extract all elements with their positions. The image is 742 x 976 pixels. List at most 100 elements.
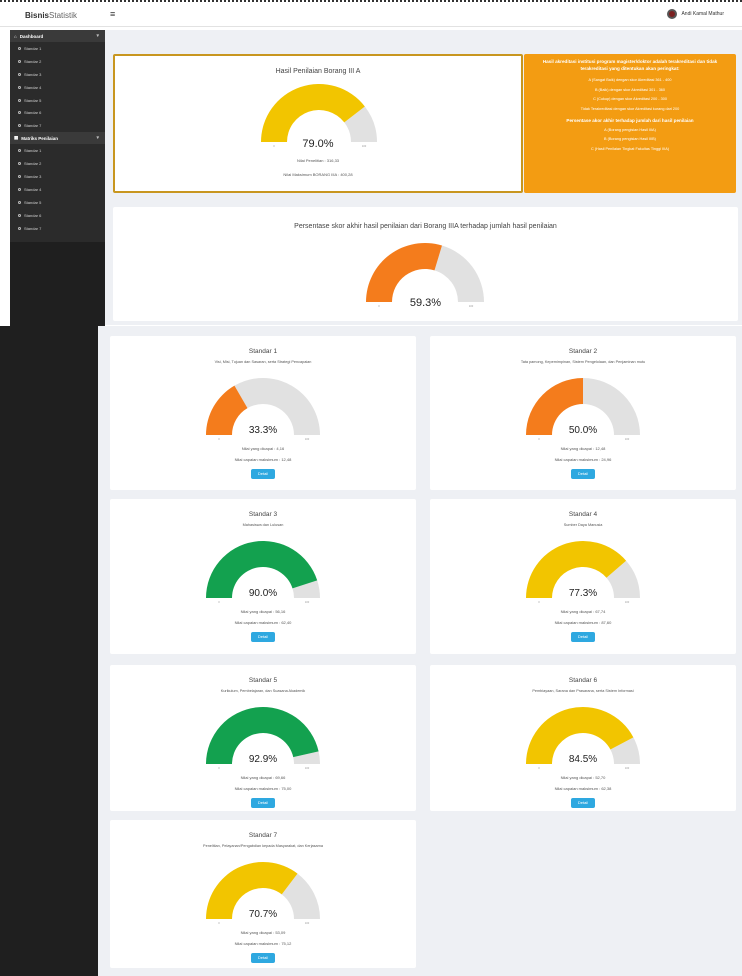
detail-button[interactable]: Detail xyxy=(251,632,275,642)
standard-card-2: Standar 2 Tata pamong, Kepemimpinan, Sist… xyxy=(430,336,736,490)
accreditation-heading: Hasil akreditasi institusi program magis… xyxy=(542,59,718,71)
standard-card-5: Standar 5 Kurikulum, Pembelajaran, dan Su… xyxy=(110,665,416,811)
gauge-tick-label: 0 xyxy=(218,921,220,925)
sidebar-section-dashboard[interactable]: ⌂ Dashboard ▾ xyxy=(10,30,105,42)
gauge-tick-label: 0 xyxy=(218,600,220,604)
menu-toggle-icon[interactable]: ≡ xyxy=(110,9,115,19)
gauge-tick-label: 100 xyxy=(305,921,310,925)
detail-button[interactable]: Detail xyxy=(571,469,595,479)
sidebar-item-matriks-2[interactable]: Standar 2 xyxy=(10,157,105,170)
standard-percent: 33.3% xyxy=(248,425,278,436)
standard-percent: 90.0% xyxy=(248,588,278,599)
avatar xyxy=(667,9,678,19)
standard-percent: 77.3% xyxy=(568,588,598,599)
circle-icon xyxy=(18,200,21,204)
sidebar-item-label: Standar 6 xyxy=(24,212,42,218)
accreditation-note-2: B (Borang pengisian Hasil IIIB) xyxy=(604,137,656,142)
standard-card-4: Standar 4 Sumber Daya Manusia 0 100 77.3% Nil… xyxy=(430,499,736,654)
gauge-tick-label: 100 xyxy=(305,600,310,604)
sidebar-item-label: Standar 1 xyxy=(24,148,42,154)
accreditation-line-c: C (Cukup) dengan skor Akreditasi 200 - 3… xyxy=(593,97,667,102)
detail-button[interactable]: Detail xyxy=(251,798,275,808)
standard-achieved: Nilai yang dicapai : 67,74 xyxy=(560,609,606,614)
standard-achieved: Nilai yang dicapai : 56,16 xyxy=(240,609,286,614)
sidebar-item-standar-3[interactable]: Standar 3 xyxy=(10,68,105,81)
brand-suffix: Statistik xyxy=(49,11,78,20)
sidebar-item-label: Standar 2 xyxy=(24,161,42,167)
sidebar-item-matriks-6[interactable]: Standar 6 xyxy=(10,209,105,222)
sidebar-item-label: Standar 5 xyxy=(24,199,42,205)
brand-logo[interactable]: BisnisStatistik xyxy=(25,11,77,20)
standard-card-6: Standar 6 Pembiayaan, Sarana dan Prasaran… xyxy=(430,665,736,811)
sidebar-item-label: Standar 4 xyxy=(24,186,42,192)
standard-card-7: Standar 7 Penelitian, Pelayanan/Pengabdia… xyxy=(110,820,416,968)
gauge-remaining-arc xyxy=(434,245,484,302)
standard-max: Nilai capaian maksimum : 24,96 xyxy=(554,457,612,462)
gauge-tick-label: 100 xyxy=(625,766,630,770)
standard-achieved: Nilai yang dicapai : 4,16 xyxy=(241,446,285,451)
sidebar-item-label: Standar 7 xyxy=(24,123,42,129)
detail-button[interactable]: Detail xyxy=(571,632,595,642)
standard-subtitle: Kurikulum, Pembelajaran, dan Suasana Aka… xyxy=(220,689,306,693)
sidebar-section-label: Matriks Penilaian xyxy=(21,135,59,141)
accreditation-line-b: B (Baik) dengan skor Akreditasi 301 - 36… xyxy=(594,87,666,92)
accreditation-heading-2: Persentase akor akhir terhadap jumlah da… xyxy=(566,117,694,123)
gauge-value-arc xyxy=(261,84,365,142)
sidebar-item-label: Standar 2 xyxy=(24,58,42,64)
standard-max: Nilai capaian maksimum : 62,38 xyxy=(554,786,612,791)
percentage-percent: 59.3% xyxy=(409,297,442,309)
sidebar-item-matriks-4[interactable]: Standar 4 xyxy=(10,183,105,196)
accreditation-note-1: A (Borang pengisian Hasil IIIA) xyxy=(604,127,656,132)
user-name: Andi Kamal Mathur xyxy=(681,11,724,17)
accreditation-info-panel: Hasil akreditasi institusi program magis… xyxy=(524,54,736,193)
percentage-title: Persentase skor akhir hasil penilaian da… xyxy=(294,223,557,230)
detail-button[interactable]: Detail xyxy=(251,469,275,479)
sidebar-item-matriks-3[interactable]: Standar 3 xyxy=(10,170,105,183)
summary-line-2: Nilai Maksimum BORANG IIIA : 400,28 xyxy=(283,172,353,177)
summary-line-1: Nilai Penelitian : 316,33 xyxy=(296,158,340,163)
sidebar-item-standar-7[interactable]: Standar 7 xyxy=(10,119,105,132)
gauge-tick-label: 0 xyxy=(218,766,220,770)
circle-icon xyxy=(18,98,21,102)
gauge-tick-label: 0 xyxy=(538,600,540,604)
circle-icon xyxy=(18,149,21,153)
circle-icon xyxy=(18,213,21,217)
circle-icon xyxy=(18,187,21,191)
sidebar-item-standar-5[interactable]: Standar 5 xyxy=(10,94,105,107)
standard-card-3: Standar 3 Mahasiswa dan Lulusan 0 100 90.0% N… xyxy=(110,499,416,654)
standard-title: Standar 5 xyxy=(248,677,278,684)
detail-button[interactable]: Detail xyxy=(251,953,275,963)
summary-card: Hasil Penilaian Borang III A 0 100 79.0% … xyxy=(113,54,523,193)
standard-percent: 92.9% xyxy=(248,754,278,765)
detail-button[interactable]: Detail xyxy=(571,798,595,808)
accreditation-note-3: C (Hasil Penilaian Tingkat Fakultas Ting… xyxy=(590,146,670,151)
sidebar-item-label: Standar 4 xyxy=(24,84,42,90)
sidebar-item-standar-2[interactable]: Standar 2 xyxy=(10,55,105,68)
standard-title: Standar 6 xyxy=(568,677,598,684)
circle-icon xyxy=(18,226,21,230)
sidebar-item-matriks-5[interactable]: Standar 5 xyxy=(10,196,105,209)
sidebar-item-standar-1[interactable]: Standar 1 xyxy=(10,42,105,55)
standard-percent: 50.0% xyxy=(568,425,598,436)
user-menu[interactable]: Andi Kamal Mathur xyxy=(667,9,724,19)
gauge-tick-label: 0 xyxy=(218,437,220,441)
standard-percent: 84.5% xyxy=(568,754,598,765)
standard-max: Nilai capaian maksimum : 87,60 xyxy=(554,620,612,625)
circle-icon xyxy=(18,124,21,128)
sidebar-item-matriks-7[interactable]: Standar 7 xyxy=(10,222,105,235)
sidebar-item-matriks-1[interactable]: Standar 1 xyxy=(10,144,105,157)
sidebar-section-label: Dashboard xyxy=(19,33,44,39)
standard-title: Standar 1 xyxy=(248,348,278,355)
standard-achieved: Nilai yang dicapai : 53,09 xyxy=(240,930,286,935)
chevron-down-icon: ▾ xyxy=(96,33,99,39)
sidebar-section-matriks[interactable]: ▦ Matriks Penilaian ▾ xyxy=(10,132,105,145)
sidebar-item-standar-4[interactable]: Standar 4 xyxy=(10,81,105,94)
percentage-card: Persentase skor akhir hasil penilaian da… xyxy=(113,207,738,321)
sidebar-item-standar-6[interactable]: Standar 6 xyxy=(10,106,105,119)
gauge-tick-label: 0 xyxy=(538,437,540,441)
table-icon: ▦ xyxy=(14,135,19,141)
standard-max: Nilai capaian maksimum : 75,00 xyxy=(234,786,292,791)
standard-subtitle: Penelitian, Pelayanan/Pengabdian kepada … xyxy=(203,844,323,848)
sidebar-item-label: Standar 6 xyxy=(24,110,42,116)
sidebar-item-label: Standar 3 xyxy=(24,173,42,179)
